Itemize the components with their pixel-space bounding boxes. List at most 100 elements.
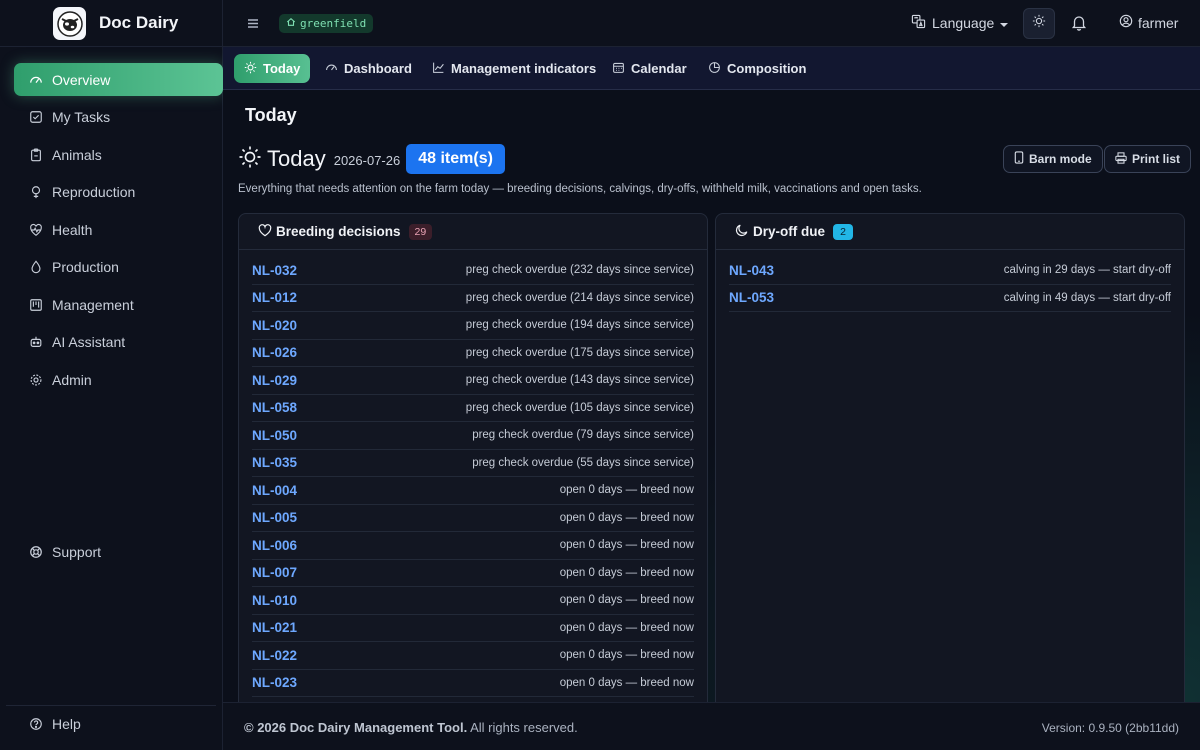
item-info: preg check overdue (194 days since servi… bbox=[465, 319, 694, 332]
animal-link[interactable]: NL-026 bbox=[252, 345, 297, 360]
dry-off-list: NL-043 calving in 29 days — start dry-off… bbox=[716, 250, 1184, 312]
item-info: open 0 days — breed now bbox=[559, 594, 694, 607]
animal-link[interactable]: NL-004 bbox=[252, 483, 297, 498]
animal-link[interactable]: NL-023 bbox=[252, 675, 297, 690]
bell-icon[interactable] bbox=[1071, 14, 1087, 36]
list-item: NL-020 preg check overdue (194 days since… bbox=[252, 312, 694, 340]
pie-chart-icon bbox=[708, 61, 721, 77]
item-info: calving in 29 days — start dry-off bbox=[1003, 264, 1171, 277]
list-item: NL-004 open 0 days — breed now bbox=[252, 477, 694, 505]
sidebar-item-overview[interactable]: Overview bbox=[14, 63, 223, 96]
home-icon bbox=[286, 17, 296, 30]
tab-label: Management indicators bbox=[451, 61, 597, 76]
item-info: open 0 days — breed now bbox=[559, 676, 694, 689]
list-item: NL-026 preg check overdue (175 days since… bbox=[252, 340, 694, 367]
gauge-icon bbox=[325, 61, 338, 77]
sidebar: Doc Dairy Overview My Tasks Animals Repr… bbox=[0, 0, 223, 750]
count-badge: 2 bbox=[833, 223, 853, 240]
language-dropdown[interactable]: Language bbox=[911, 14, 1009, 32]
animal-link[interactable]: NL-007 bbox=[252, 565, 297, 580]
barn-mode-button[interactable]: Barn mode bbox=[1003, 145, 1103, 173]
item-info: preg check overdue (55 days since servic… bbox=[472, 456, 694, 469]
user-name: farmer bbox=[1138, 14, 1179, 31]
card-header: Breeding decisions 29 bbox=[239, 214, 707, 250]
animal-link[interactable]: NL-053 bbox=[729, 290, 774, 305]
tab-today[interactable]: Today bbox=[234, 54, 311, 83]
animal-link[interactable]: NL-043 bbox=[729, 263, 774, 278]
tab-management-indicators[interactable]: Management indicators bbox=[422, 54, 606, 83]
heart-icon bbox=[258, 223, 272, 240]
list-item: NL-022 open 0 days — breed now bbox=[252, 642, 694, 670]
tab-composition[interactable]: Composition bbox=[698, 54, 816, 83]
sidebar-item-label: Overview bbox=[52, 71, 111, 88]
count-badge: 29 bbox=[408, 223, 433, 240]
item-info: open 0 days — breed now bbox=[559, 649, 694, 662]
animal-link[interactable]: NL-029 bbox=[252, 373, 297, 388]
animal-link[interactable]: NL-006 bbox=[252, 538, 297, 553]
breeding-list: NL-032 preg check overdue (232 days since… bbox=[239, 250, 707, 697]
tab-bar: Today Dashboard Management indicators Ca… bbox=[223, 47, 1200, 90]
animal-link[interactable]: NL-020 bbox=[252, 318, 297, 333]
item-info: preg check overdue (105 days since servi… bbox=[465, 401, 694, 414]
sidebar-item-admin[interactable]: Admin bbox=[14, 363, 223, 396]
question-circle-icon bbox=[28, 716, 43, 731]
card-title: Breeding decisions bbox=[276, 224, 401, 239]
kanban-icon bbox=[28, 297, 43, 312]
item-info: preg check overdue (214 days since servi… bbox=[465, 291, 694, 304]
item-info: open 0 days — breed now bbox=[559, 511, 694, 524]
list-item: NL-023 open 0 days — breed now bbox=[252, 670, 694, 697]
sidebar-item-support[interactable]: Support bbox=[14, 535, 223, 568]
sidebar-item-production[interactable]: Production bbox=[14, 251, 223, 284]
tab-calendar[interactable]: Calendar bbox=[602, 54, 697, 83]
caret-down-icon bbox=[1000, 15, 1009, 31]
animal-link[interactable]: NL-021 bbox=[252, 620, 297, 635]
list-item: NL-043 calving in 29 days — start dry-off bbox=[729, 257, 1171, 285]
sidebar-item-label: My Tasks bbox=[52, 109, 111, 125]
calendar-icon bbox=[612, 61, 625, 77]
tab-label: Dashboard bbox=[344, 61, 412, 76]
gauge-icon bbox=[28, 72, 43, 87]
cow-logo-icon[interactable] bbox=[53, 7, 86, 40]
animal-link[interactable]: NL-058 bbox=[252, 400, 297, 415]
menu-icon[interactable] bbox=[247, 16, 259, 32]
animal-link[interactable]: NL-035 bbox=[252, 455, 297, 470]
list-item: NL-007 open 0 days — breed now bbox=[252, 560, 694, 587]
list-item: NL-053 calving in 49 days — start dry-off bbox=[729, 285, 1171, 312]
tab-dashboard[interactable]: Dashboard bbox=[315, 54, 422, 83]
copyright-rest: All rights reserved. bbox=[467, 720, 578, 735]
sidebar-item-my-tasks[interactable]: My Tasks bbox=[14, 101, 223, 134]
sidebar-item-health[interactable]: Health bbox=[14, 213, 223, 246]
animal-link[interactable]: NL-005 bbox=[252, 510, 297, 525]
item-info: open 0 days — breed now bbox=[559, 566, 694, 579]
droplet-icon bbox=[28, 260, 43, 275]
sidebar-item-management[interactable]: Management bbox=[14, 288, 223, 321]
chart-line-icon bbox=[432, 61, 445, 77]
animal-link[interactable]: NL-010 bbox=[252, 593, 297, 608]
sidebar-item-animals[interactable]: Animals bbox=[14, 138, 223, 171]
item-info: open 0 days — breed now bbox=[559, 621, 694, 634]
animal-link[interactable]: NL-012 bbox=[252, 290, 297, 305]
gear-icon bbox=[28, 372, 43, 387]
sidebar-item-ai-assistant[interactable]: AI Assistant bbox=[14, 326, 223, 359]
item-info: preg check overdue (232 days since servi… bbox=[465, 264, 694, 277]
animal-link[interactable]: NL-022 bbox=[252, 648, 297, 663]
user-menu[interactable]: farmer bbox=[1119, 14, 1178, 31]
list-item: NL-006 open 0 days — breed now bbox=[252, 532, 694, 560]
main-content: Today Today 2026-07-26 48 item(s) Barn m… bbox=[223, 90, 1200, 713]
animal-link[interactable]: NL-032 bbox=[252, 263, 297, 278]
print-list-button[interactable]: Print list bbox=[1104, 145, 1192, 173]
animal-link[interactable]: NL-050 bbox=[252, 428, 297, 443]
sidebar-item-reproduction[interactable]: Reproduction bbox=[14, 176, 223, 209]
sidebar-item-help[interactable]: Help bbox=[14, 707, 223, 740]
heart-pulse-icon bbox=[28, 222, 43, 237]
copyright-bold: © 2026 Doc Dairy Management Tool. bbox=[244, 720, 468, 735]
theme-toggle-button[interactable] bbox=[1023, 8, 1055, 39]
item-info: open 0 days — breed now bbox=[559, 484, 694, 497]
sidebar-item-label: Admin bbox=[52, 371, 92, 388]
sidebar-item-label: AI Assistant bbox=[52, 334, 126, 350]
card-title: Dry-off due bbox=[753, 224, 825, 239]
printer-icon bbox=[1115, 151, 1127, 167]
farm-chip[interactable]: greenfield bbox=[279, 14, 374, 33]
brand-title: Doc Dairy bbox=[99, 13, 179, 32]
list-item: NL-005 open 0 days — breed now bbox=[252, 505, 694, 532]
